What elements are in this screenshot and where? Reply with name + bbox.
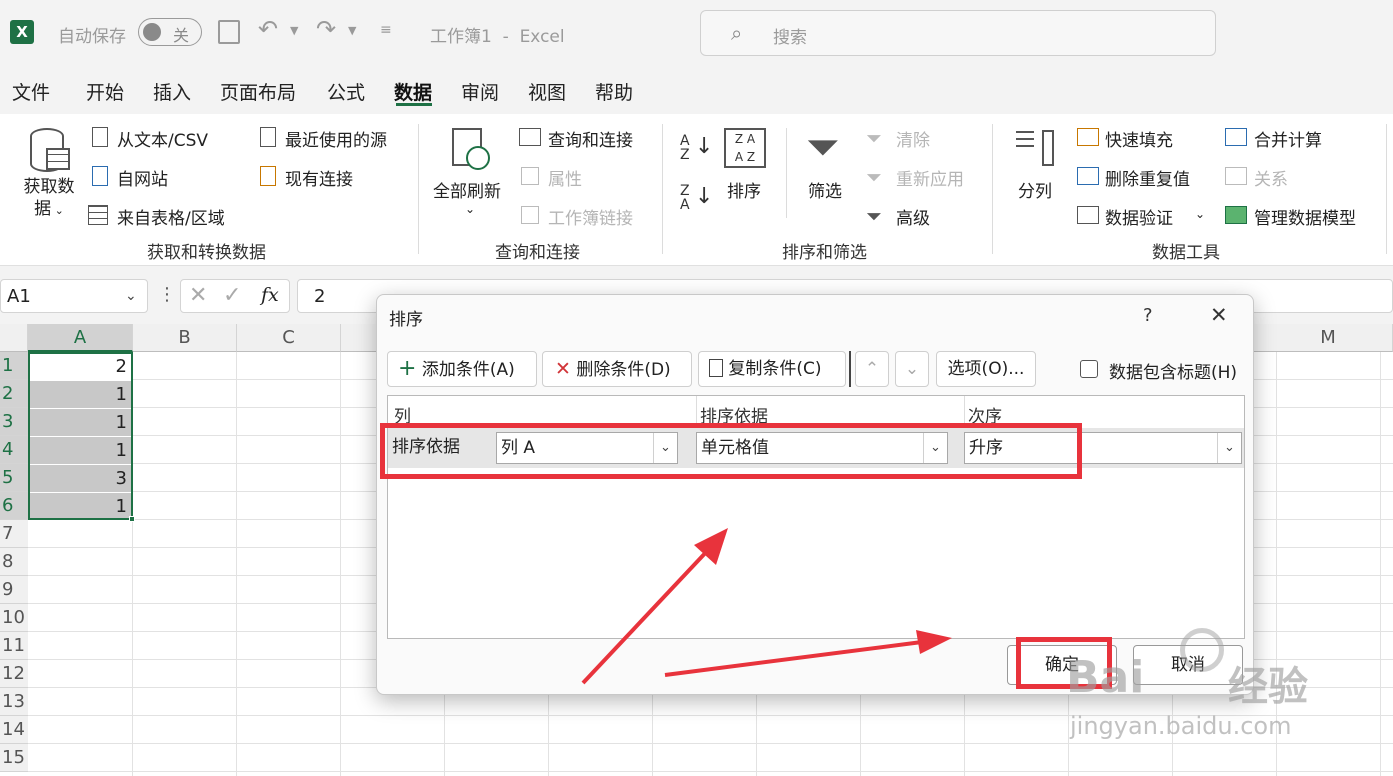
watermark-brand: Bai [1066,652,1145,703]
watermark-brand-suffix: 经验 [1228,664,1308,710]
watermark-url: jingyan.baidu.com [1070,712,1292,740]
annotation-arrow-line [664,640,923,677]
annotation-arrow-line [581,546,712,685]
baidu-paw-logo [1180,628,1224,672]
annotation-arrowhead [916,630,952,654]
